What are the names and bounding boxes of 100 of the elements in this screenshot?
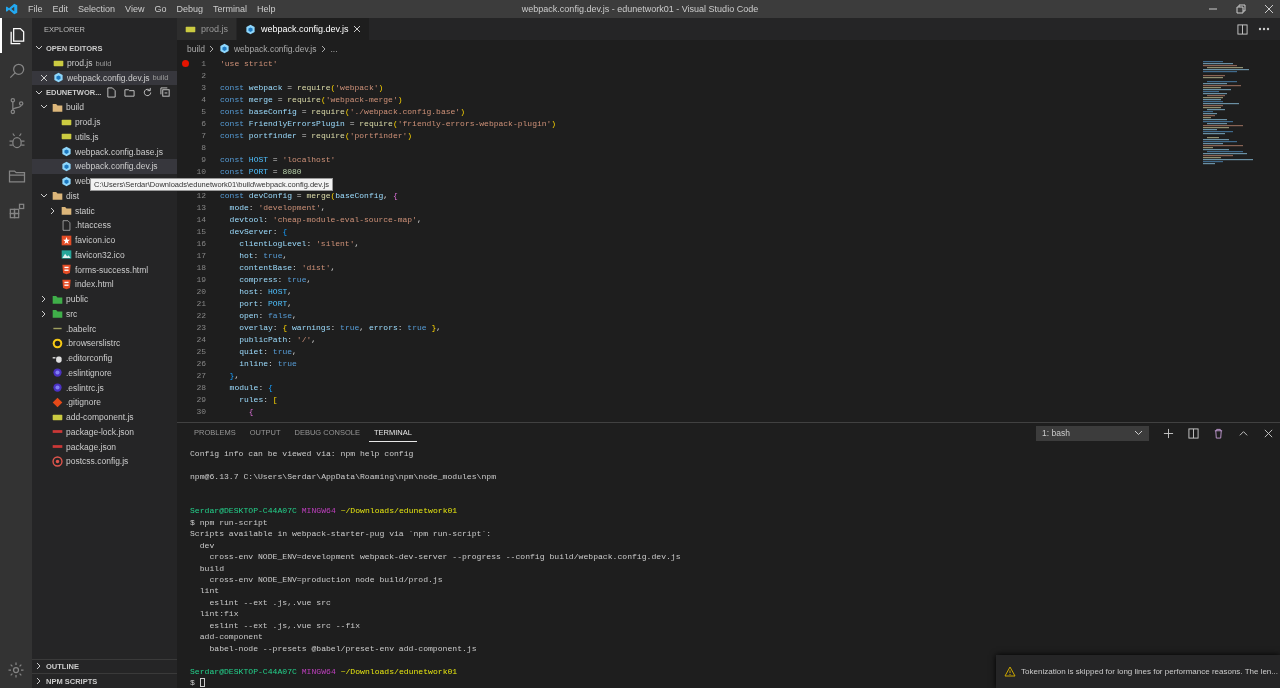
terminal-line: $ npm run-script [190,517,268,527]
line-number: 10 [196,166,206,176]
terminal-line: build [198,563,224,573]
file-name: dist [66,190,80,201]
code-line: const portfinder = require('portfinder') [220,130,413,140]
tab-label: prod.js [201,24,228,34]
prompt-user: Serdar@DESKTOP-C44A07C [190,666,297,676]
file-name: src [66,308,78,319]
line-number: 21 [196,298,206,308]
code-line: }, [228,370,240,380]
file-name: .browserslistrc [66,338,121,349]
line-number: 1 [201,58,206,68]
file-name: .gitignore [66,397,101,408]
file-name: .eslintrc.js [66,382,104,393]
line-number: 23 [196,322,206,332]
terminal-line: babel-node --presets @babel/preset-env add-component.js [208,643,477,653]
code-line: overlay: { warnings: true, errors: true }, [238,322,441,332]
file-name: postcss.config.js [66,456,129,467]
code-line: const FriendlyErrorsPlugin = require('friendly-errors-webpack-plugin') [220,118,557,128]
line-number: 29 [196,394,206,404]
line-number: 2 [201,70,206,80]
file-name: web [75,176,91,187]
file-name: index.html [75,279,114,290]
terminal-line: eslint --ext .js,.vue src [208,597,331,607]
terminal-line: add-component [198,632,263,642]
file-name: package.json [66,441,117,452]
terminal-line: eslint --ext .js,.vue src --fix [208,620,360,630]
code-line: compress: true, [238,274,312,284]
line-number: 6 [201,118,206,128]
prompt-env: MINGW64 [301,666,336,676]
file-name: utils.js [75,131,99,142]
terminal-line: npm@6.13.7 C:\Users\Serdar\AppData\Roaming\npm\node_modules\npm [190,472,496,482]
prompt-user: Serdar@DESKTOP-C44A07C [190,506,297,516]
line-number: 27 [196,370,206,380]
line-number: 12 [196,190,206,200]
file-name: prod.js [75,117,101,128]
line-number: 18 [196,262,206,272]
code-line: devServer: { [228,226,288,236]
code-line: contentBase: 'dist', [238,262,336,272]
line-number: 5 [201,106,206,116]
file-name: webpack.config.base.js [75,146,163,157]
line-number: 28 [196,382,206,392]
code-line: rules: [ [238,394,278,404]
terminal-line: cross-env NODE_ENV=development webpack-dev-server --progress --config build/webpack.config.dev.js [208,552,681,562]
prompt-env: MINGW64 [301,506,336,516]
file-name: .eslintignore [66,367,112,378]
terminal-line: Scripts available in webpack-starter-pug via `npm run-script`: [190,529,492,539]
prompt-path: ~/Downloads/edunetwork01 [340,506,458,516]
notification-text: Tokenization is skipped for long lines for performance reasons. The len... [1021,667,1278,676]
code-line: { [247,406,254,416]
terminal-line: lint [198,586,220,596]
terminal-line: Config info can be viewed via: npm help config [190,449,414,459]
terminal-line: cross-env NODE_ENV=production node build/prod.js [208,575,443,585]
file-name: .babelrc [66,323,97,334]
code-line: const merge = require('webpack-merge') [220,94,403,104]
code-line: const devConfig = merge(baseConfig, { [220,190,398,200]
line-number: 13 [196,202,206,212]
line-number: 3 [201,82,206,92]
file-name: .htaccess [75,220,111,231]
file-name: prod.js [67,58,93,69]
tab-label: webpack.config.dev.js [261,24,349,34]
file-name: forms-success.html [75,264,149,275]
window-title: webpack.config.dev.js - edunetwork01 - Visual Studio Code [521,4,759,14]
code-line: open: false, [238,310,297,320]
line-number: 26 [196,358,206,368]
code-line: hot: true, [238,250,288,260]
code-line: host: HOST, [238,286,293,296]
code-line: port: PORT, [238,298,293,308]
file-name: public [66,294,89,305]
line-number: 9 [201,154,206,164]
prompt-path: ~/Downloads/edunetwork01 [340,666,458,676]
line-number: 16 [196,238,206,248]
code-line: const HOST = 'localhost' [220,154,336,164]
code-line: const webpack = require('webpack') [220,82,384,92]
line-number: 17 [196,250,206,260]
code-line: module: { [228,382,273,392]
line-number: 14 [196,214,206,224]
line-number: 19 [196,274,206,284]
code-line: quiet: true, [238,346,297,356]
code-line: inline: true [238,358,297,368]
terminal-line: dev [198,540,215,550]
file-name: webpack.config.dev.js [67,72,150,83]
line-number: 15 [196,226,206,236]
file-name: favicon32.ico [75,249,125,260]
file-name: build [66,102,84,113]
line-number: 7 [201,130,206,140]
line-number: 22 [196,310,206,320]
line-number: 25 [196,346,206,356]
code-line: devtool: 'cheap-module-eval-source-map', [228,214,422,224]
code-line: const PORT = 8080 [220,166,302,176]
code-line: mode: 'development', [228,202,326,212]
file-name: favicon.ico [75,235,116,246]
code-line: const baseConfig = require('./webpack.config.base') [220,106,465,116]
line-number: 20 [196,286,206,296]
file-name: webpack.config.dev.js [75,161,158,172]
code-line: publicPath: '/', [238,334,317,344]
code-line: clientLogLevel: 'silent', [238,238,360,248]
code-line: 'use strict' [220,58,278,68]
file-name: add-component.js [66,412,134,423]
line-number: 24 [196,334,206,344]
